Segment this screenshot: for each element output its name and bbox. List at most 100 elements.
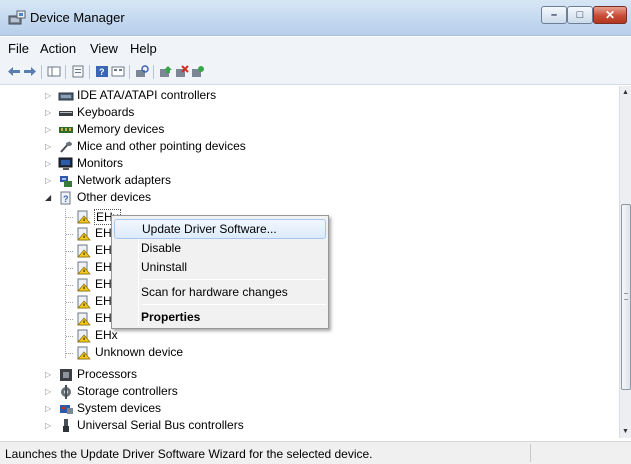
expand-icon[interactable]: ▷	[45, 108, 54, 117]
tree-item-label: EH	[95, 277, 112, 291]
warning-device-icon	[77, 278, 91, 292]
properties-icon[interactable]	[71, 65, 85, 78]
tree-item-unknown-device[interactable]: Unknown device	[8, 344, 408, 361]
scroll-thumb[interactable]	[621, 204, 631, 390]
menu-action[interactable]: Action	[40, 41, 76, 56]
menu-disable[interactable]: Disable	[114, 238, 326, 258]
expand-icon[interactable]: ▷	[45, 387, 54, 396]
menu-help[interactable]: Help	[130, 41, 157, 56]
tree-item-label: EH	[95, 243, 112, 257]
scroll-grip-icon	[624, 293, 628, 300]
tree-item-usb-controllers[interactable]: ▷ Universal Serial Bus controllers	[8, 417, 408, 434]
tree-item-other-devices[interactable]: ◢ ? Other devices	[8, 189, 408, 206]
device-manager-icon	[8, 10, 26, 25]
tree-item-label: Monitors	[77, 156, 124, 170]
toolbar-separator	[89, 65, 90, 79]
tree-item-mice[interactable]: ▷ Mice and other pointing devices	[8, 138, 408, 155]
context-menu: Update Driver Software... Disable Uninst…	[111, 215, 329, 329]
expand-icon[interactable]: ▷	[45, 370, 54, 379]
menu-properties[interactable]: Properties	[114, 307, 326, 327]
expand-icon[interactable]: ▷	[45, 142, 54, 151]
maximize-icon: □	[576, 9, 584, 21]
status-bar: Launches the Update Driver Software Wiza…	[0, 441, 631, 464]
tree-item-device[interactable]: EHx	[8, 327, 408, 344]
warning-device-icon	[77, 346, 91, 360]
tree-item-ide-controllers[interactable]: ▷ IDE ATA/ATAPI controllers	[8, 87, 408, 104]
menu-view[interactable]: View	[90, 41, 118, 56]
tree-item-label: EHx	[95, 328, 118, 342]
tree-item-label: Unknown device	[95, 345, 184, 359]
scroll-up-icon[interactable]: ▲	[622, 89, 629, 96]
tree-item-label: Network adapters	[77, 173, 172, 187]
storage-controller-icon	[61, 385, 71, 399]
scroll-down-icon[interactable]: ▼	[622, 428, 629, 435]
expand-icon[interactable]: ▷	[45, 125, 54, 134]
menu-file[interactable]: File	[8, 41, 29, 56]
warning-device-icon	[77, 244, 91, 258]
expand-icon[interactable]: ▷	[45, 176, 54, 185]
warning-device-icon	[77, 227, 91, 241]
tree-item-label: Storage controllers	[77, 384, 178, 398]
status-text: Launches the Update Driver Software Wiza…	[5, 447, 373, 461]
uninstall-icon[interactable]	[175, 65, 189, 78]
expand-icon[interactable]: ▷	[45, 91, 54, 100]
svg-text:?: ?	[99, 67, 105, 77]
close-icon: ✕	[604, 8, 616, 22]
tree-item-memory-devices[interactable]: ▷ Memory devices	[8, 121, 408, 138]
enable-icon[interactable]	[191, 65, 205, 78]
toolbar-separator	[153, 65, 154, 79]
tree-item-monitors[interactable]: ▷ Monitors	[8, 155, 408, 172]
menu-update-driver-software[interactable]: Update Driver Software...	[114, 219, 326, 239]
expand-icon[interactable]: ▷	[45, 404, 54, 413]
forward-icon[interactable]	[23, 65, 37, 78]
system-devices-icon	[60, 405, 73, 414]
scan-hardware-icon[interactable]	[135, 65, 149, 78]
ide-controller-icon	[58, 92, 74, 101]
toolbar-separator	[65, 65, 66, 79]
close-button[interactable]: ✕	[593, 6, 627, 24]
warning-device-icon	[77, 210, 91, 224]
tree-item-label: IDE ATA/ATAPI controllers	[77, 88, 217, 102]
tree-item-label: Universal Serial Bus controllers	[77, 418, 244, 432]
tree-item-label: EH	[95, 260, 112, 274]
update-driver-icon[interactable]	[159, 65, 173, 78]
tree-item-processors[interactable]: ▷ Processors	[8, 366, 408, 383]
monitor-icon	[58, 157, 73, 170]
tree-item-network-adapters[interactable]: ▷ Network adapters	[8, 172, 408, 189]
warning-device-icon	[77, 295, 91, 309]
toolbar-separator	[129, 65, 130, 79]
tree-item-storage-controllers[interactable]: ▷ Storage controllers	[8, 383, 408, 400]
tree-item-label: Processors	[77, 367, 138, 381]
tree-item-system-devices[interactable]: ▷ System devices	[8, 400, 408, 417]
title-bar: Device Manager – □ ✕	[0, 0, 631, 36]
maximize-button[interactable]: □	[567, 6, 593, 24]
back-icon[interactable]	[7, 65, 21, 78]
mouse-icon	[60, 141, 72, 153]
tree-item-label: EH	[95, 226, 112, 240]
processor-icon	[60, 369, 72, 381]
menu-separator	[142, 304, 326, 305]
tree-item-label: Memory devices	[77, 122, 165, 136]
help-icon[interactable]: ?	[95, 65, 109, 78]
tree-item-keyboards[interactable]: ▷ Keyboards	[8, 104, 408, 121]
memory-icon	[59, 127, 73, 133]
svg-text:?: ?	[63, 194, 69, 204]
usb-icon	[63, 419, 69, 432]
collapse-icon[interactable]: ◢	[45, 193, 54, 202]
expand-icon[interactable]: ▷	[45, 421, 54, 430]
menu-scan-hardware-changes[interactable]: Scan for hardware changes	[114, 282, 326, 302]
minimize-button[interactable]: –	[541, 6, 567, 24]
toolbar: ?	[0, 59, 631, 85]
vertical-scrollbar[interactable]: ▲ ▼	[619, 86, 631, 438]
minimize-icon: –	[550, 9, 558, 21]
expand-icon[interactable]: ▷	[45, 159, 54, 168]
keyboard-icon	[59, 111, 73, 116]
tree-item-label: EH	[95, 311, 112, 325]
show-hide-tree-icon[interactable]	[47, 65, 61, 78]
status-pane-divider	[530, 444, 531, 462]
menu-uninstall[interactable]: Uninstall	[114, 257, 326, 277]
warning-device-icon	[77, 329, 91, 343]
warning-device-icon	[77, 261, 91, 275]
tree-item-label: Keyboards	[77, 105, 135, 119]
view-icon[interactable]	[111, 65, 125, 78]
